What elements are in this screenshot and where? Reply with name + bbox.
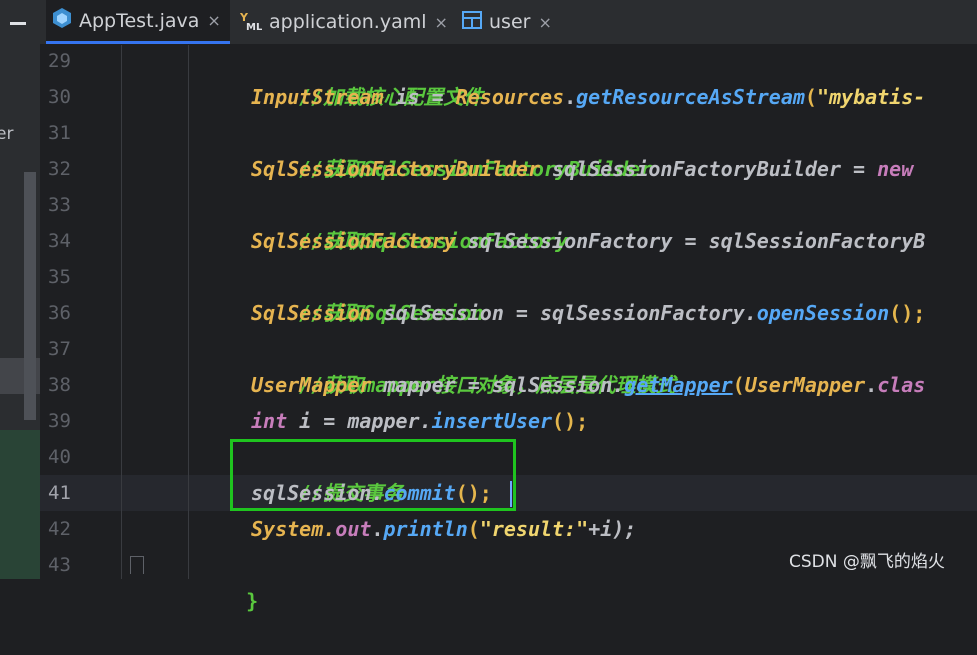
java-class-icon [52,7,72,34]
method-name: getResourceAsStream [576,85,805,109]
code-text: . [371,517,384,541]
code-line-33[interactable]: //获取SqlSessionFactory [251,187,568,253]
type-name: InputStream [251,85,384,109]
code-text: sqlSessionFactory = sqlSessionFactoryB [455,229,926,253]
line-number: 36 [48,302,71,324]
tab-user[interactable]: user × [462,0,552,44]
indent-guide [188,45,189,579]
paren: ( [467,517,480,541]
line-number: 35 [48,266,71,288]
project-tool-window: er [0,0,40,579]
code-line-34[interactable]: SqlSessionFactory sqlSessionFactory = sq… [251,223,925,259]
watermark: CSDN @飘飞的焰火 [789,552,945,572]
code-line-43[interactable]: } [198,547,258,613]
line-number: 33 [48,194,71,216]
annotation-highlight-box [230,439,516,511]
close-icon[interactable]: × [207,11,220,30]
string-literal: "result:" [479,517,589,541]
string-literal: "mybatis- [816,85,926,109]
project-tree-vcs-highlight [0,430,40,579]
tab-label: user [489,11,531,33]
method-name: getMapper [624,373,733,397]
code-text: +i); [588,517,637,541]
line-number: 39 [48,410,71,432]
code-line-39[interactable]: int i = mapper.insertUser(); [251,403,588,439]
code-line-38[interactable]: UserMapper mapper = sqlSession.getMapper… [251,367,925,403]
editor-tab-bar: AppTest.java × Y ML application.yaml × us… [40,0,977,45]
fold-marker-icon[interactable] [130,556,144,574]
line-number-current: 41 [48,482,71,504]
project-tree-partial-label: er [0,124,14,144]
minimize-icon[interactable] [10,22,26,25]
code-text: is = [383,85,456,109]
code-text: . [865,373,878,397]
line-number: 32 [48,158,71,180]
text-caret [510,481,512,507]
code-text: mapper = sqlSession. [371,373,625,397]
method-name: insertUser [431,409,553,433]
type-name: UserMapper [251,373,372,397]
paren: (); [552,409,589,433]
keyword: clas [877,373,926,397]
line-number: 30 [48,86,71,108]
type-name: Resources [455,85,565,109]
code-text: i = mapper. [287,409,432,433]
tab-apptest-java[interactable]: AppTest.java × [46,0,230,44]
type-name: UserMapper [744,373,866,397]
tab-application-yaml[interactable]: Y ML application.yaml × [239,0,448,44]
field-name: out [335,517,372,541]
tab-label: application.yaml [269,11,427,33]
code-line-35[interactable]: //获取SqlSession [251,259,484,325]
code-text: . [564,85,577,109]
yaml-icon: Y ML [239,9,263,36]
code-text: sqlSessionFactoryBuilder = [539,157,878,181]
type-name: SqlSessionFactoryBuilder [251,157,540,181]
paren: (); [889,301,926,325]
code-line-36[interactable]: SqlSession sqlSession = sqlSessionFactor… [251,295,925,331]
tab-label: AppTest.java [79,9,200,32]
line-number: 34 [48,230,71,252]
code-line-29[interactable]: //加载核心配置文件 [251,43,483,109]
line-number: 40 [48,446,71,468]
type-name: System. [251,517,336,541]
indent-guide [121,45,122,579]
line-number: 37 [48,338,71,360]
line-number: 43 [48,554,71,576]
keyword: int [251,409,288,433]
type-name: SqlSessionFactory [251,229,456,253]
close-icon[interactable]: × [538,13,551,32]
code-line-37[interactable]: //获取mapper接口对象，底层是代理模式 [251,331,675,397]
code-line-31[interactable]: //获取SqlSessionFactoryBuilder [251,115,652,181]
code-line-30[interactable]: InputStream is = Resources.getResourceAs… [251,79,925,115]
line-number: 31 [48,122,71,144]
code-line-32[interactable]: SqlSessionFactoryBuilder sqlSessionFacto… [251,151,913,187]
project-tree-scrollbar[interactable] [24,172,36,420]
paren: ( [732,373,745,397]
code-line-42[interactable]: System.out.println("result:"+i); [251,511,636,547]
paren: ( [804,85,817,109]
table-icon [462,10,482,34]
method-name: openSession [756,301,890,325]
line-number: 29 [48,50,71,72]
type-name: SqlSession [251,301,372,325]
close-icon[interactable]: × [435,13,448,32]
line-number: 42 [48,518,71,540]
keyword: new [877,157,914,181]
closing-brace: } [246,589,259,613]
method-name: println [383,517,468,541]
line-number: 38 [48,374,71,396]
code-text: sqlSession = sqlSessionFactory. [371,301,757,325]
svg-text:ML: ML [246,22,262,31]
